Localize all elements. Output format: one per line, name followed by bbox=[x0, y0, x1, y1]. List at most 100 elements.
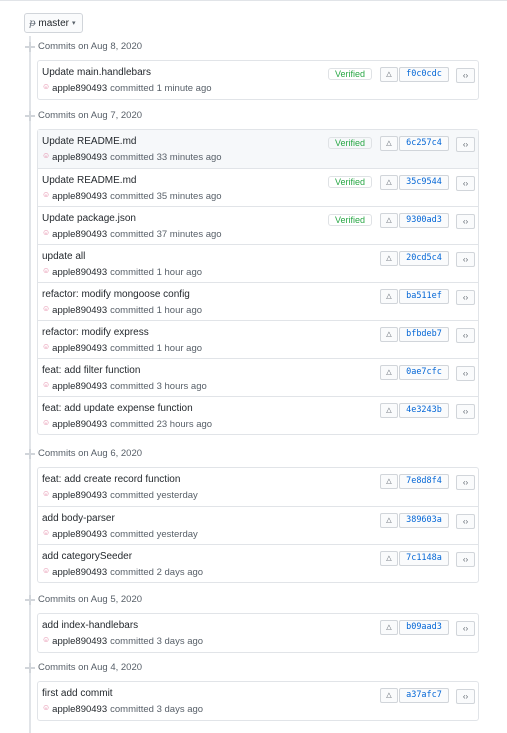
browse-repo-button[interactable]: ‹› bbox=[456, 214, 475, 229]
commit-message-link[interactable]: Update package.json bbox=[42, 213, 136, 224]
browse-repo-button[interactable]: ‹› bbox=[456, 252, 475, 267]
commit-author-link[interactable]: apple890493 bbox=[52, 567, 107, 578]
commit-sha-link[interactable]: f0c0cdc bbox=[399, 67, 449, 82]
verified-badge[interactable]: Verified bbox=[328, 214, 372, 226]
copy-sha-button[interactable]: △ bbox=[380, 251, 398, 266]
commit-sha-link[interactable]: bfbdeb7 bbox=[399, 327, 449, 342]
avatar-icon[interactable]: ☺ bbox=[42, 228, 50, 237]
commit-author-link[interactable]: apple890493 bbox=[52, 229, 107, 240]
copy-sha-button[interactable]: △ bbox=[380, 365, 398, 380]
commit-message-link[interactable]: feat: add create record function bbox=[42, 474, 180, 485]
commit-author-link[interactable]: apple890493 bbox=[52, 419, 107, 430]
commit-author-link[interactable]: apple890493 bbox=[52, 152, 107, 163]
avatar-icon[interactable]: ☺ bbox=[42, 342, 50, 351]
commit-message-link[interactable]: refactor: modify express bbox=[42, 327, 149, 338]
code-icon: ‹› bbox=[462, 179, 469, 188]
commit-author-link[interactable]: apple890493 bbox=[52, 381, 107, 392]
copy-sha-button[interactable]: △ bbox=[380, 175, 398, 190]
commit-message-link[interactable]: Update README.md bbox=[42, 175, 136, 186]
commit-message-link[interactable]: refactor: modify mongoose config bbox=[42, 289, 190, 300]
commit-sha-link[interactable]: 9300ad3 bbox=[399, 213, 449, 228]
browse-repo-button[interactable]: ‹› bbox=[456, 137, 475, 152]
copy-sha-button[interactable]: △ bbox=[380, 551, 398, 566]
copy-sha-button[interactable]: △ bbox=[380, 403, 398, 418]
verified-badge[interactable]: Verified bbox=[328, 176, 372, 188]
commit-time: 1 hour ago bbox=[156, 267, 203, 278]
clipboard-icon: △ bbox=[386, 407, 392, 414]
commit-author-link[interactable]: apple890493 bbox=[52, 490, 107, 501]
copy-sha-button[interactable]: △ bbox=[380, 688, 398, 703]
copy-sha-button[interactable]: △ bbox=[380, 289, 398, 304]
browse-repo-button[interactable]: ‹› bbox=[456, 475, 475, 490]
commit-sha-link[interactable]: 35c9544 bbox=[399, 175, 449, 190]
browse-repo-button[interactable]: ‹› bbox=[456, 621, 475, 636]
commit-action: committed bbox=[110, 267, 154, 278]
commit-sha-link[interactable]: a37afc7 bbox=[399, 688, 449, 703]
avatar-icon[interactable]: ☺ bbox=[42, 304, 50, 313]
commit-sha-link[interactable]: 20cd5c4 bbox=[399, 251, 449, 266]
browse-repo-button[interactable]: ‹› bbox=[456, 689, 475, 704]
commit-author-link[interactable]: apple890493 bbox=[52, 305, 107, 316]
commit-message-link[interactable]: add body-parser bbox=[42, 513, 115, 524]
avatar-icon[interactable]: ☺ bbox=[42, 82, 50, 91]
commit-row: feat: add create record function ☺ apple89… bbox=[38, 468, 478, 506]
commit-message-link[interactable]: add categorySeeder bbox=[42, 551, 132, 562]
commit-author-link[interactable]: apple890493 bbox=[52, 704, 107, 715]
browse-repo-button[interactable]: ‹› bbox=[456, 552, 475, 567]
commit-sha-link[interactable]: 6c257c4 bbox=[399, 136, 449, 151]
commit-sha-link[interactable]: 389603a bbox=[399, 513, 449, 528]
browse-repo-button[interactable]: ‹› bbox=[456, 290, 475, 305]
avatar-icon[interactable]: ☺ bbox=[42, 151, 50, 160]
commit-group-list: add index-handlebars ☺ apple890493 committe… bbox=[37, 613, 479, 653]
commit-sha-link[interactable]: ba511ef bbox=[399, 289, 449, 304]
branch-select-button[interactable]: ᵽ master ▾ bbox=[24, 13, 83, 33]
commit-author-link[interactable]: apple890493 bbox=[52, 529, 107, 540]
verified-badge[interactable]: Verified bbox=[328, 68, 372, 80]
avatar-icon[interactable]: ☺ bbox=[42, 703, 50, 712]
commit-sha-link[interactable]: 4e3243b bbox=[399, 403, 449, 418]
commit-meta: ☺ apple890493 committed 1 hour ago bbox=[42, 304, 202, 316]
verified-badge[interactable]: Verified bbox=[328, 137, 372, 149]
copy-sha-button[interactable]: △ bbox=[380, 513, 398, 528]
commit-message-link[interactable]: update all bbox=[42, 251, 85, 262]
copy-sha-button[interactable]: △ bbox=[380, 327, 398, 342]
commit-author-link[interactable]: apple890493 bbox=[52, 191, 107, 202]
commit-author-link[interactable]: apple890493 bbox=[52, 267, 107, 278]
commit-message-link[interactable]: feat: add update expense function bbox=[42, 403, 193, 414]
avatar-icon[interactable]: ☺ bbox=[42, 266, 50, 275]
commit-row: feat: add update expense function ☺ apple8… bbox=[38, 396, 478, 434]
commit-sha-link[interactable]: 7c1148a bbox=[399, 551, 449, 566]
copy-sha-button[interactable]: △ bbox=[380, 213, 398, 228]
commit-row: add index-handlebars ☺ apple890493 committe… bbox=[38, 614, 478, 652]
browse-repo-button[interactable]: ‹› bbox=[456, 176, 475, 191]
copy-sha-button[interactable]: △ bbox=[380, 620, 398, 635]
avatar-icon[interactable]: ☺ bbox=[42, 489, 50, 498]
commit-sha-link[interactable]: 0ae7cfc bbox=[399, 365, 449, 380]
copy-sha-button[interactable]: △ bbox=[380, 136, 398, 151]
clipboard-icon: △ bbox=[386, 555, 392, 562]
avatar-icon[interactable]: ☺ bbox=[42, 528, 50, 537]
commit-message-link[interactable]: Update main.handlebars bbox=[42, 67, 151, 78]
browse-repo-button[interactable]: ‹› bbox=[456, 366, 475, 381]
commit-message-link[interactable]: add index-handlebars bbox=[42, 620, 138, 631]
browse-repo-button[interactable]: ‹› bbox=[456, 68, 475, 83]
avatar-icon[interactable]: ☺ bbox=[42, 566, 50, 575]
copy-sha-button[interactable]: △ bbox=[380, 67, 398, 82]
commit-author-link[interactable]: apple890493 bbox=[52, 83, 107, 94]
commit-author-link[interactable]: apple890493 bbox=[52, 343, 107, 354]
browse-repo-button[interactable]: ‹› bbox=[456, 404, 475, 419]
code-icon: ‹› bbox=[462, 293, 469, 302]
browse-repo-button[interactable]: ‹› bbox=[456, 328, 475, 343]
avatar-icon[interactable]: ☺ bbox=[42, 380, 50, 389]
commit-message-link[interactable]: Update README.md bbox=[42, 136, 136, 147]
avatar-icon[interactable]: ☺ bbox=[42, 190, 50, 199]
commit-sha-link[interactable]: b09aad3 bbox=[399, 620, 449, 635]
commit-message-link[interactable]: feat: add filter function bbox=[42, 365, 140, 376]
avatar-icon[interactable]: ☺ bbox=[42, 418, 50, 427]
commit-sha-link[interactable]: 7e8d8f4 bbox=[399, 474, 449, 489]
browse-repo-button[interactable]: ‹› bbox=[456, 514, 475, 529]
avatar-icon[interactable]: ☺ bbox=[42, 635, 50, 644]
commit-author-link[interactable]: apple890493 bbox=[52, 636, 107, 647]
copy-sha-button[interactable]: △ bbox=[380, 474, 398, 489]
commit-message-link[interactable]: first add commit bbox=[42, 688, 113, 699]
